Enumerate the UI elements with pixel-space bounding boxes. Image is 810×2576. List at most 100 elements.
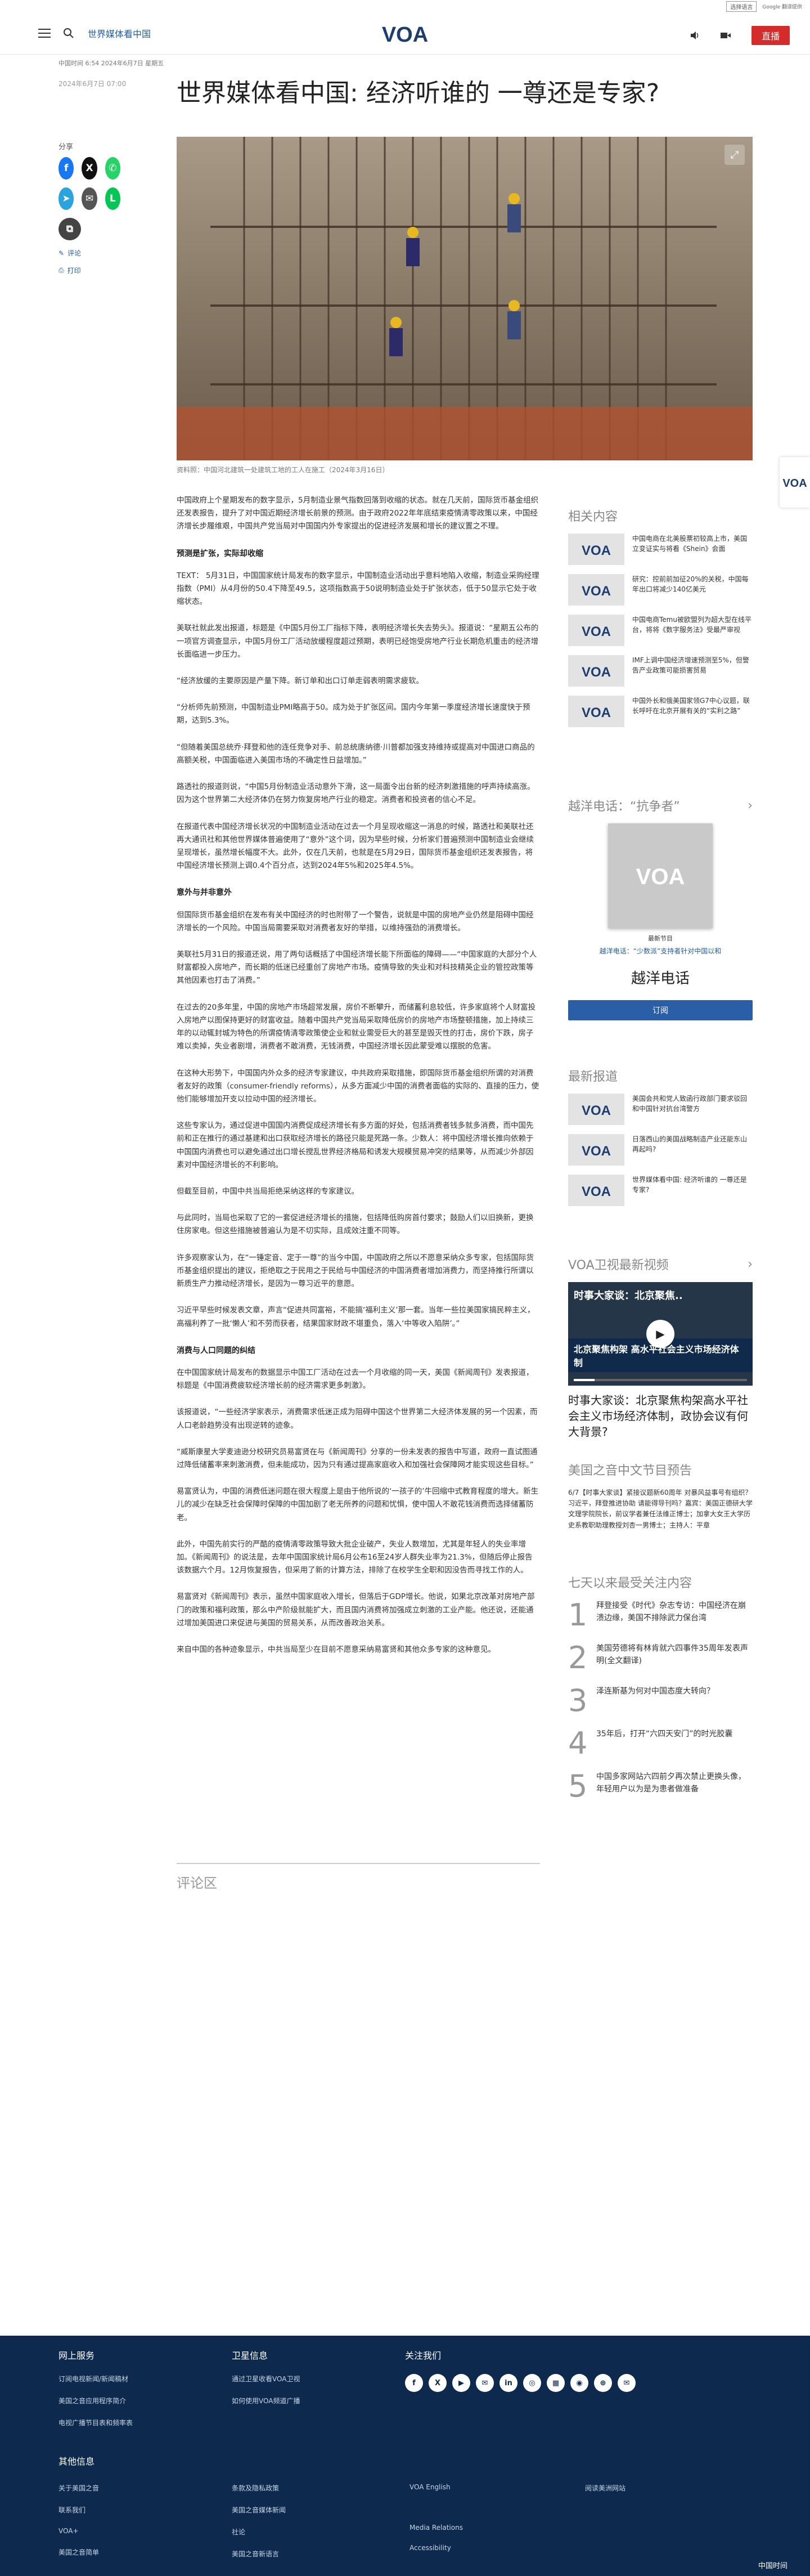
- podcast-name: 越洋电话: [631, 970, 690, 987]
- footer-link[interactable]: 条款及隐私政策: [232, 2483, 286, 2493]
- line-icon[interactable]: L: [105, 187, 120, 210]
- social-icon[interactable]: ✉: [618, 2374, 636, 2392]
- language-select[interactable]: 选择语言: [726, 1, 757, 12]
- footer-link[interactable]: Accessibility: [410, 2544, 463, 2552]
- popular-item[interactable]: 1 拜登接受《时代》杂志专访：中国经济在崩溃边缘，美国不排除武力保台湾: [568, 1600, 753, 1630]
- voa-logo[interactable]: VOA: [378, 20, 432, 47]
- article-paragraph: 路透社的报道则说，“中国5月份制造业活动意外下滑，这一局面令出台新的经济刺激措施…: [177, 782, 535, 805]
- print-link[interactable]: ⎙ 打印: [58, 266, 120, 275]
- latest-item[interactable]: VOA 日落西山的美国战略制造产业还能东山再起吗?: [568, 1134, 753, 1166]
- footer-link[interactable]: 关于美国之音: [58, 2483, 99, 2493]
- article-paragraph: TEXT： 5月31日，中国国家统计局发布的数字显示，中国制造业活动出乎意料地陷…: [177, 571, 539, 607]
- social-icon[interactable]: f: [405, 2374, 423, 2392]
- telegram-icon[interactable]: ➤: [58, 187, 74, 210]
- thumbnail: VOA: [568, 1094, 624, 1125]
- floating-voa-logo[interactable]: VOA: [780, 457, 810, 508]
- related-item[interactable]: VOA 中国外长和俄美国家领G7中心议题，联长呼吁在北京开展有关的“实利之路”: [568, 696, 753, 727]
- latest-item[interactable]: VOA 世界媒体看中国: 经济听谁的 一尊还是专家?: [568, 1175, 753, 1206]
- article-paragraph: 在这种大形势下，中国国内外众多的经济专家建议，中共政府采取措施，即国际货币基金组…: [177, 1068, 539, 1104]
- footer-link[interactable]: 社论: [232, 2527, 286, 2537]
- related-item[interactable]: VOA 中国电商在北美股票初较高上市，美国立变证实与将看《Shein》会面: [568, 534, 753, 565]
- thumbnail: VOA: [568, 655, 624, 687]
- social-icon[interactable]: X: [429, 2374, 447, 2392]
- podcast-cover[interactable]: VOA: [608, 823, 713, 928]
- footer-link[interactable]: 美国之音简单: [58, 2547, 99, 2557]
- video-player[interactable]: 时事大家谈：北京聚焦.. 北京聚焦构架 高水平社会主义市场经济体制 ▶: [568, 1282, 753, 1386]
- article-paragraph: 此外，中国先前实行的严酷的疫情清零政策导致大批企业破产，失业人数增加，尤其是年轻…: [177, 1539, 533, 1575]
- x-icon[interactable]: X: [82, 157, 97, 180]
- live-button[interactable]: 直播: [751, 26, 790, 45]
- footer-link[interactable]: 美国之音新语言: [232, 2549, 286, 2559]
- footer-timezone: 中国时间: [758, 2562, 788, 2570]
- popular-headline: 中国多家网站六四前夕再次禁止更换头像，年轻用户以为是为患者做准备: [596, 1772, 746, 1794]
- social-icon[interactable]: ✉: [476, 2374, 494, 2392]
- footer-link[interactable]: 美国之音应用程序简介: [58, 2396, 133, 2405]
- article-paragraph: 许多观察家认为，在“一锤定音、定于一尊”的当今中国，中国政府之所以不愿意采纳众多…: [177, 1253, 534, 1289]
- latest-headline: 世界媒体看中国: 经济听谁的 一尊还是专家?: [632, 1176, 747, 1194]
- related-headline: 中国电商在北美股票初较高上市，美国立变证实与将看《Shein》会面: [632, 535, 748, 553]
- social-icon[interactable]: in: [500, 2374, 518, 2392]
- popular-headline: 35年后，打开“六四天安门”的时光胶囊: [596, 1730, 733, 1739]
- social-icon[interactable]: ◉: [570, 2374, 588, 2392]
- article-paragraph: 易富贤对《新闻周刊》表示，虽然中国家庭收入增长，但落后于GDP增长。他说，如果北…: [177, 1592, 535, 1628]
- article-subheading: 意外与并非意外: [177, 888, 232, 898]
- facebook-icon[interactable]: f: [58, 157, 74, 180]
- footer-link[interactable]: 订阅电视新闻/新闻稿材: [58, 2374, 133, 2384]
- footer-link[interactable]: [410, 2503, 463, 2511]
- video-icon[interactable]: [720, 31, 731, 40]
- social-icon[interactable]: ▦: [547, 2374, 565, 2392]
- thumbnail: VOA: [568, 1175, 624, 1206]
- subscribe-button[interactable]: 订阅: [568, 1000, 753, 1020]
- video-title[interactable]: VOA卫视最新视频 ›: [568, 1255, 753, 1273]
- latest-headline: 美国会共和党人致函行政部门要求驳回和中国针对抗台湾警方: [632, 1095, 748, 1113]
- fullscreen-icon[interactable]: ⤢: [724, 145, 745, 165]
- popular-item[interactable]: 3 泽连斯基为何对中国态度大转向？: [568, 1686, 753, 1716]
- popular-item[interactable]: 4 35年后，打开“六四天安门”的时光胶囊: [568, 1728, 753, 1759]
- share-label: 分享: [58, 143, 74, 151]
- email-icon[interactable]: ✉: [82, 187, 97, 210]
- copy-link-icon[interactable]: ⧉: [58, 218, 81, 240]
- footer-link[interactable]: VOA English: [410, 2483, 463, 2491]
- social-icon[interactable]: ▶: [452, 2374, 470, 2392]
- footer-link[interactable]: 通过卫星收看VOA卫视: [232, 2374, 300, 2384]
- article-paragraph: 美联社5月31日的报道还说，用了两句话概括了中国经济增长能下所面临的障碍——“中…: [177, 949, 537, 985]
- whatsapp-icon[interactable]: ✆: [105, 157, 120, 180]
- footer-link[interactable]: 联系我们: [58, 2505, 99, 2515]
- play-icon[interactable]: ▶: [646, 1320, 674, 1348]
- footer-link[interactable]: 如何使用VOA频道广播: [232, 2396, 300, 2405]
- radio-schedule[interactable]: 6/7【时事大家谈】紧接议题新60周年 对暴风益事号有组织？习近平，拜登推进协助…: [568, 1488, 753, 1531]
- audio-icon[interactable]: [690, 30, 700, 41]
- podcast-episode-link[interactable]: 越洋电话：“少数派”支持者针对中国以和: [568, 946, 753, 956]
- chevron-right-icon: ›: [748, 1257, 753, 1271]
- article-subheading: 消费与人口同题的纠结: [177, 1346, 255, 1355]
- article-paragraph: 该报道说，“一些经济学家表示，消费需求低迷正成为阻碍中国这个世界第二大经济体发展…: [177, 1408, 538, 1430]
- section-link[interactable]: 世界媒体看中国: [88, 26, 151, 40]
- video-caption[interactable]: 时事大家谈：北京聚焦构架高水平社会主义市场经济体制，政协会议有何大背景?: [568, 1392, 753, 1440]
- search-icon[interactable]: [63, 28, 74, 39]
- menu-icon[interactable]: [38, 29, 51, 38]
- article-paragraph: “但随着美国总统乔·拜登和他的连任竞争对手、前总统唐纳德·川普都加强支持维持或提…: [177, 742, 535, 765]
- footer-link[interactable]: Media Relations: [410, 2524, 463, 2532]
- footer-link[interactable]: VOA+: [58, 2527, 99, 2535]
- video-progress-bar[interactable]: [574, 1379, 747, 1381]
- related-item[interactable]: VOA IMF上调中国经济增速预测至5%，但警告产业政策可能损害贸易: [568, 655, 753, 687]
- related-item[interactable]: VOA 研究：控前前加征20%的关税，中国每年出口将减少140亿美元: [568, 574, 753, 606]
- comments-heading: 评论区: [177, 1863, 540, 1892]
- social-icon[interactable]: ◎: [523, 2374, 541, 2392]
- article-paragraph: 中国政府上个星期发布的数字显示，5月制造业景气指数回落到收缩的状态。就在几天前，…: [177, 496, 539, 531]
- comment-link[interactable]: ✎ 评论: [58, 248, 120, 258]
- article-paragraph: “威斯康星大学麦迪逊分校研究员易富贤在与《新闻周刊》分享的一份未发表的报告中写道…: [177, 1447, 538, 1470]
- footer-link[interactable]: 电视广播节目表和频率表: [58, 2418, 133, 2427]
- article-paragraph: “经济放缓的主要原因是产量下降。新订单和出口订单走弱表明需求疲软。: [177, 677, 424, 686]
- latest-item[interactable]: VOA 美国会共和党人致函行政部门要求驳回和中国针对抗台湾警方: [568, 1094, 753, 1125]
- footer-link[interactable]: 美国之音媒体新闻: [232, 2505, 286, 2515]
- article-paragraph: 美联社就此发出报道，标题是《中国5月份工厂指标下降，表明经济增长失去势头》。报道…: [177, 624, 539, 659]
- related-item[interactable]: VOA 中国电商Temu被欧盟列为超大型在线平台，将将《数字服务法》受最严审视: [568, 615, 753, 646]
- popular-item[interactable]: 2 美国劳德将有林肯就六四事件35周年发表声明(全文翻译): [568, 1643, 753, 1673]
- social-icon[interactable]: ⊕: [594, 2374, 612, 2392]
- google-translate-label: Google 翻译提供: [762, 4, 802, 10]
- popular-item[interactable]: 5 中国多家网站六四前夕再次禁止更换头像，年轻用户以为是为患者做准备: [568, 1771, 753, 1802]
- podcast-title[interactable]: 越洋电话：“抗争者” ›: [568, 796, 753, 814]
- footer-link[interactable]: 阅读美洲网站: [585, 2483, 626, 2493]
- article-paragraph: 这些专家认为，通过促进中国国内消费促成经济增长有多方面的好处，包括消费者钱多就多…: [177, 1121, 534, 1170]
